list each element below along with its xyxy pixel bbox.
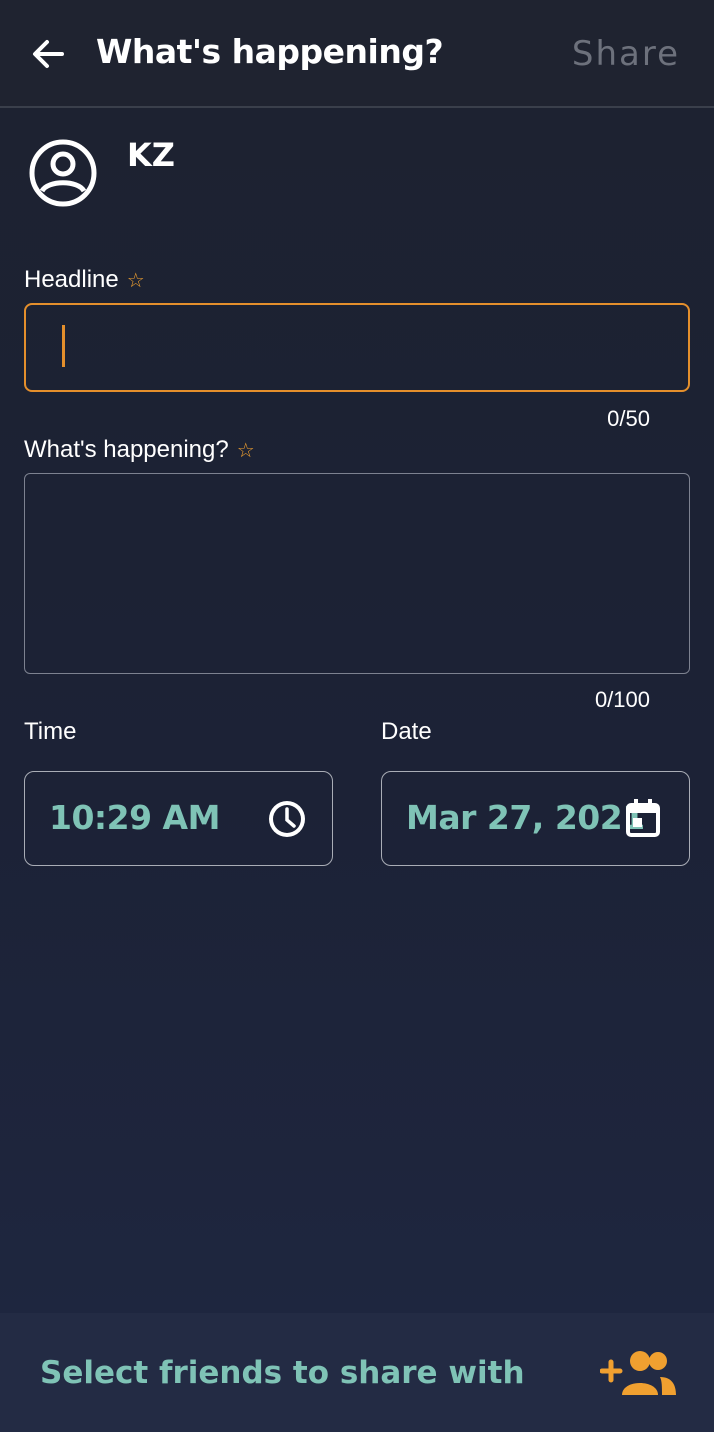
body-label-text: What's happening?	[24, 436, 229, 463]
star-outline-icon: ☆	[126, 270, 145, 292]
clock-icon[interactable]	[266, 798, 308, 840]
back-button[interactable]	[28, 34, 68, 74]
text-cursor	[62, 325, 65, 367]
time-value: 10:29 AM	[49, 798, 220, 837]
page-title: What's happening?	[96, 32, 444, 71]
body-textarea[interactable]	[24, 473, 690, 674]
username: KZ	[127, 136, 175, 174]
time-label: Time	[24, 718, 77, 745]
headline-input[interactable]	[24, 303, 690, 392]
arrow-left-icon	[33, 40, 64, 68]
date-label: Date	[381, 718, 432, 745]
account-circle-icon	[29, 139, 97, 207]
headline-counter: 0/50	[607, 406, 650, 431]
headline-label: Headline ☆	[24, 266, 145, 294]
date-value: Mar 27, 2021	[406, 798, 645, 837]
select-friends-label: Select friends to share with	[40, 1355, 525, 1391]
calendar-icon[interactable]	[622, 798, 664, 840]
avatar	[28, 138, 98, 208]
share-button[interactable]: Share	[572, 34, 680, 74]
headline-label-text: Headline	[24, 266, 119, 293]
time-picker[interactable]: 10:29 AM	[24, 771, 333, 866]
body-counter: 0/100	[594, 687, 650, 712]
star-outline-icon: ☆	[236, 440, 255, 462]
app-header: What's happening? Share	[0, 0, 714, 108]
select-friends-bar[interactable]: Select friends to share with	[0, 1313, 714, 1432]
group-add-icon[interactable]	[600, 1349, 678, 1399]
body-label: What's happening? ☆	[24, 436, 255, 464]
date-picker[interactable]: Mar 27, 2021	[381, 771, 690, 866]
